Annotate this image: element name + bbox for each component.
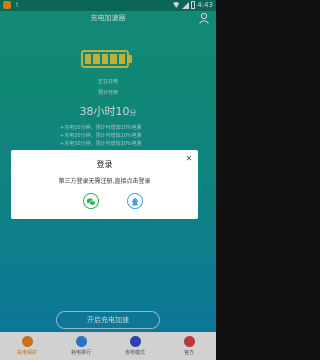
qq-icon [132, 198, 138, 206]
wechat-login-button[interactable] [83, 193, 99, 209]
wechat-icon [86, 198, 96, 206]
app-screen: ! 4:43 充电加速器 正在充电 预计可用 38小时10分 +充电10分钟，预… [0, 0, 216, 360]
close-icon[interactable]: ✕ [185, 155, 193, 163]
qq-login-button[interactable] [127, 193, 143, 209]
dialog-message: 第三方登录无需注册,直接点击登录 [58, 178, 151, 185]
login-dialog: 登录 ✕ 第三方登录无需注册,直接点击登录 [11, 150, 198, 219]
dialog-title: 登录 [96, 160, 113, 169]
